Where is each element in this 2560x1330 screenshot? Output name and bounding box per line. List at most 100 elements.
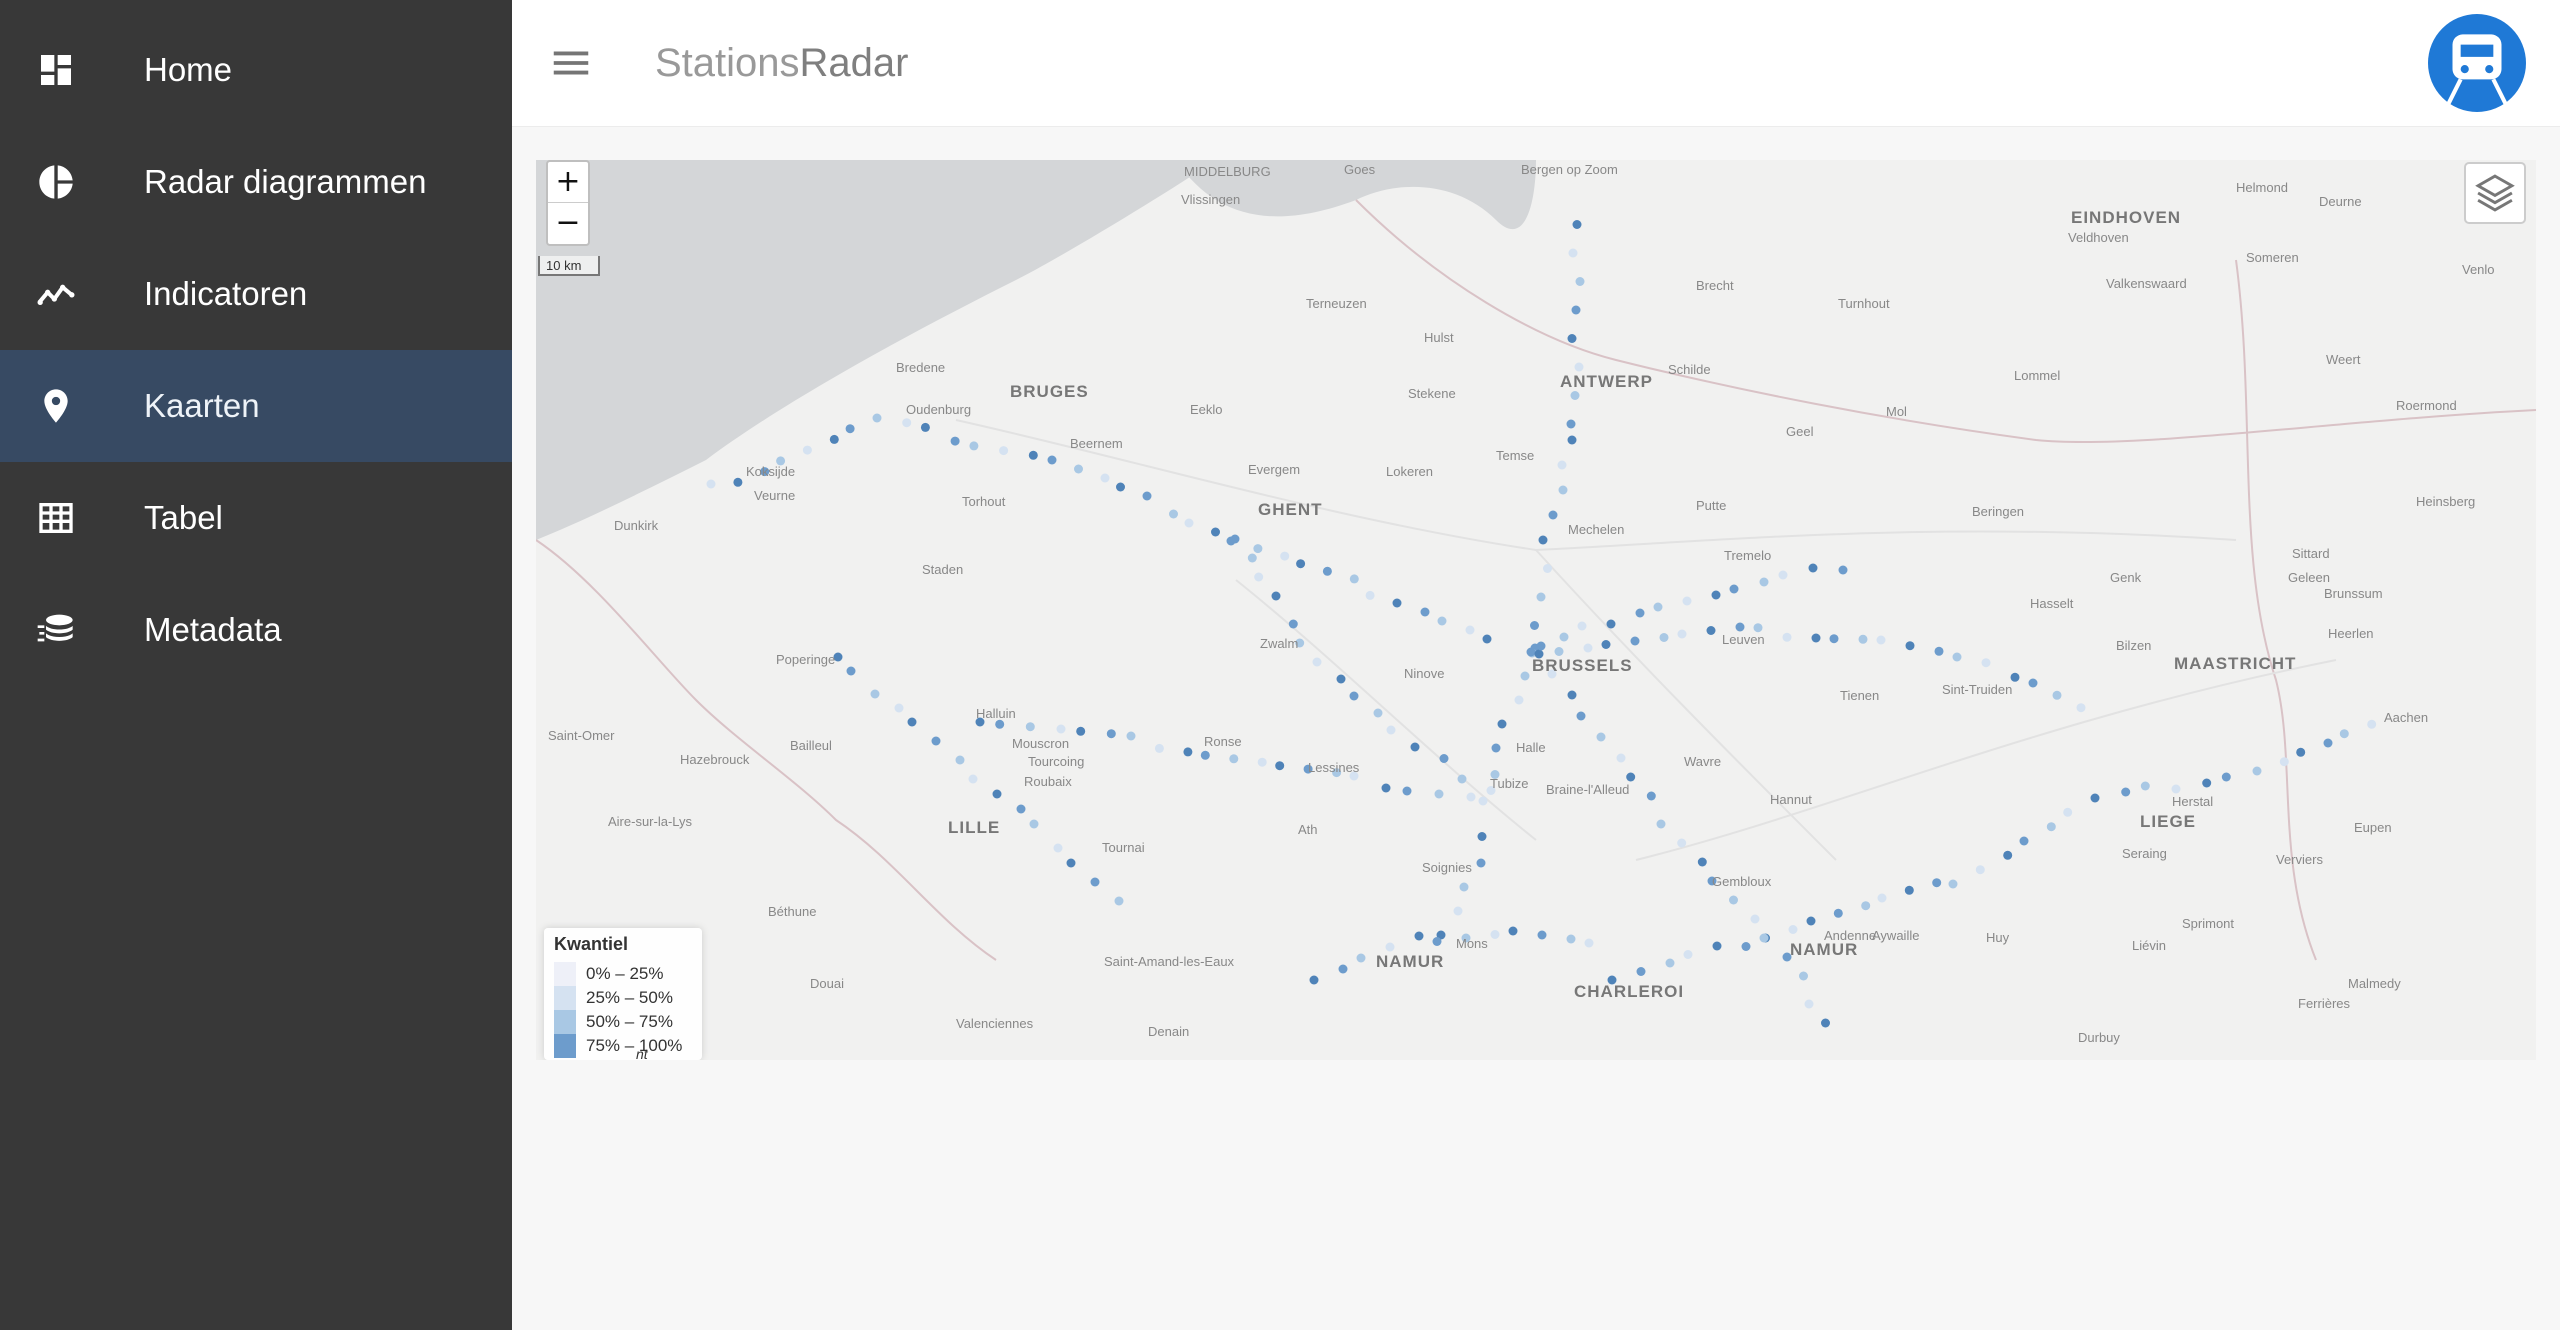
station-marker[interactable] [1821, 1018, 1830, 1028]
station-marker[interactable] [1583, 643, 1593, 653]
station-marker[interactable] [1437, 616, 1447, 626]
station-marker[interactable] [894, 703, 904, 713]
station-marker[interactable] [1184, 518, 1194, 528]
station-marker[interactable] [1386, 725, 1396, 735]
station-marker[interactable] [1575, 277, 1585, 286]
station-marker[interactable] [1606, 619, 1616, 629]
station-marker[interactable] [907, 717, 917, 727]
station-marker[interactable] [1530, 621, 1539, 630]
station-marker[interactable] [2279, 757, 2289, 767]
station-marker[interactable] [1028, 450, 1038, 460]
station-marker[interactable] [1410, 742, 1420, 752]
station-marker[interactable] [733, 477, 743, 487]
station-marker[interactable] [968, 774, 978, 784]
station-marker[interactable] [1116, 482, 1125, 492]
station-marker[interactable] [1414, 931, 1424, 941]
station-marker[interactable] [1729, 584, 1739, 594]
station-marker[interactable] [1559, 632, 1569, 642]
station-marker[interactable] [1808, 563, 1818, 573]
station-marker[interactable] [1759, 577, 1769, 587]
station-marker[interactable] [872, 413, 882, 423]
station-marker[interactable] [1934, 646, 1944, 656]
station-marker[interactable] [706, 479, 716, 489]
station-marker[interactable] [1090, 877, 1100, 887]
station-marker[interactable] [1656, 819, 1666, 829]
station-marker[interactable] [2121, 787, 2131, 797]
station-marker[interactable] [1975, 865, 1985, 875]
station-marker[interactable] [2019, 836, 2029, 846]
station-marker[interactable] [1254, 572, 1264, 582]
station-marker[interactable] [1682, 596, 1692, 606]
station-marker[interactable] [1016, 804, 1026, 814]
station-marker[interactable] [1596, 732, 1606, 742]
station-marker[interactable] [1076, 726, 1086, 736]
station-marker[interactable] [1253, 544, 1263, 554]
station-marker[interactable] [1741, 942, 1751, 951]
station-marker[interactable] [1439, 754, 1449, 763]
station-marker[interactable] [1665, 958, 1675, 968]
station-marker[interactable] [1981, 658, 1991, 668]
station-marker[interactable] [2003, 850, 2013, 860]
station-marker[interactable] [1538, 535, 1548, 545]
station-marker[interactable] [1200, 750, 1210, 760]
station-marker[interactable] [920, 422, 930, 432]
station-marker[interactable] [2323, 738, 2333, 748]
station-marker[interactable] [1554, 647, 1564, 656]
station-marker[interactable] [1476, 858, 1486, 868]
station-marker[interactable] [1750, 914, 1760, 924]
station-marker[interactable] [1183, 747, 1193, 757]
station-marker[interactable] [845, 424, 855, 434]
station-marker[interactable] [2063, 807, 2073, 817]
station-marker[interactable] [1577, 621, 1587, 631]
station-marker[interactable] [1457, 774, 1467, 784]
station-marker[interactable] [1712, 941, 1722, 951]
station-marker[interactable] [1858, 634, 1868, 644]
station-marker[interactable] [2090, 793, 2100, 803]
zoom-out-button[interactable]: − [548, 203, 588, 243]
station-marker[interactable] [1490, 930, 1500, 939]
station-marker[interactable] [1568, 248, 1578, 258]
station-marker[interactable] [950, 436, 960, 446]
station-marker[interactable] [1373, 708, 1383, 718]
sidebar-item-metadata[interactable]: Metadata [0, 574, 512, 686]
station-marker[interactable] [1025, 722, 1035, 732]
station-marker[interactable] [1630, 636, 1640, 646]
station-marker[interactable] [870, 689, 880, 699]
station-marker[interactable] [2296, 747, 2306, 757]
station-marker[interactable] [1497, 719, 1507, 729]
station-marker[interactable] [1932, 878, 1942, 888]
station-marker[interactable] [1829, 634, 1839, 644]
station-marker[interactable] [1381, 783, 1391, 793]
station-marker[interactable] [1312, 657, 1322, 667]
station-marker[interactable] [1635, 608, 1645, 618]
station-marker[interactable] [1782, 632, 1792, 642]
station-marker[interactable] [2010, 672, 2020, 682]
station-marker[interactable] [1735, 622, 1745, 632]
station-marker[interactable] [1432, 937, 1442, 946]
station-marker[interactable] [1029, 819, 1039, 829]
station-marker[interactable] [1296, 559, 1306, 569]
station-marker[interactable] [999, 446, 1009, 456]
station-marker[interactable] [1338, 964, 1348, 974]
station-marker[interactable] [1952, 652, 1962, 662]
station-marker[interactable] [1514, 695, 1524, 705]
station-marker[interactable] [1229, 754, 1239, 764]
station-marker[interactable] [1066, 858, 1076, 868]
station-marker[interactable] [1536, 592, 1546, 602]
station-marker[interactable] [1385, 942, 1395, 952]
station-marker[interactable] [1759, 933, 1769, 943]
station-marker[interactable] [846, 666, 856, 676]
station-marker[interactable] [969, 441, 979, 451]
station-marker[interactable] [2339, 729, 2349, 739]
station-marker[interactable] [2221, 772, 2231, 782]
station-marker[interactable] [1491, 743, 1501, 753]
sidebar-item-tabel[interactable]: Tabel [0, 462, 512, 574]
station-marker[interactable] [2028, 678, 2038, 688]
station-marker[interactable] [1211, 527, 1220, 537]
station-marker[interactable] [1570, 391, 1580, 400]
station-marker[interactable] [1459, 882, 1469, 892]
station-marker[interactable] [2046, 822, 2056, 832]
station-marker[interactable] [1659, 633, 1669, 642]
station-marker[interactable] [1584, 938, 1594, 948]
station-marker[interactable] [1706, 626, 1716, 635]
